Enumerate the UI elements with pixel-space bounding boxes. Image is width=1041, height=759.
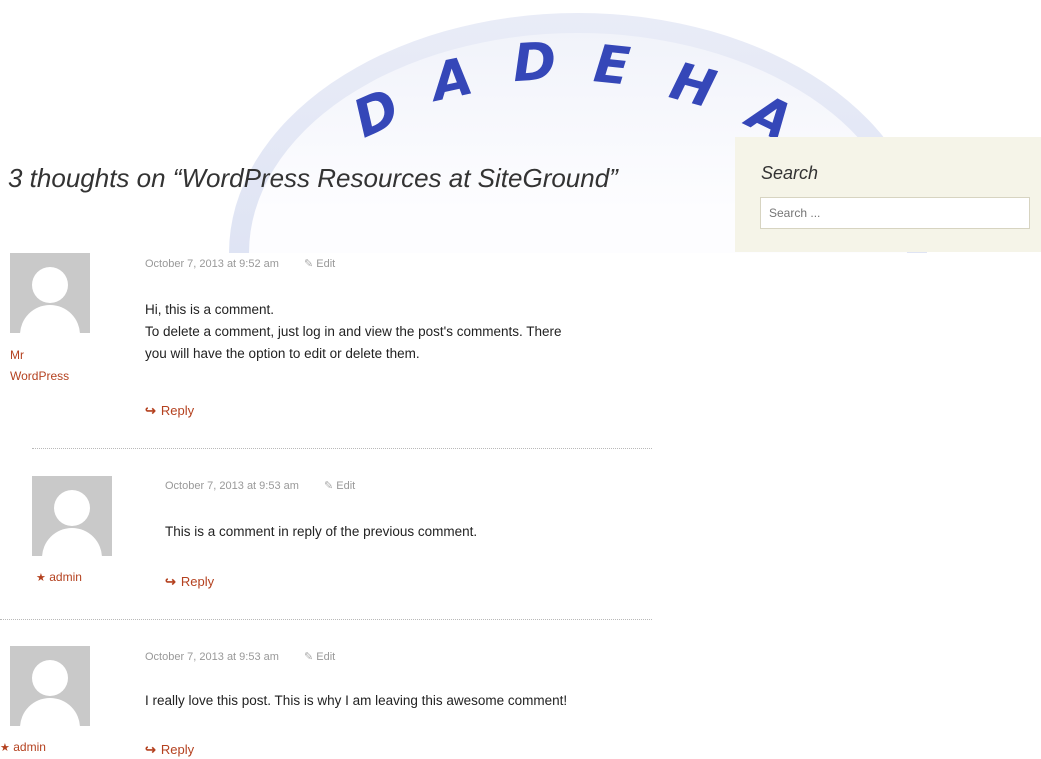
search-input[interactable] bbox=[760, 197, 1030, 229]
reply-label: Reply bbox=[160, 742, 195, 757]
reply-arrow-icon: ↪ bbox=[145, 742, 156, 757]
avatar-head bbox=[32, 267, 68, 303]
comment-divider bbox=[0, 619, 652, 620]
reply-link[interactable]: ↪ Reply bbox=[165, 574, 214, 590]
avatar-body bbox=[20, 305, 80, 333]
edit-link[interactable]: ✎ Edit bbox=[324, 480, 355, 492]
author-name-line2: WordPress bbox=[10, 369, 70, 383]
edit-link[interactable]: ✎ Edit bbox=[304, 651, 335, 663]
reply-arrow-icon: ↪ bbox=[165, 574, 176, 589]
comment-author[interactable]: ★ admin bbox=[0, 737, 46, 759]
edit-label: Edit bbox=[316, 258, 336, 270]
reply-arrow-icon: ↪ bbox=[145, 403, 156, 418]
comment-date[interactable]: October 7, 2013 at 9:53 am bbox=[165, 480, 299, 492]
comment-text: I really love this post. This is why I a… bbox=[145, 690, 665, 712]
comment-meta: October 7, 2013 at 9:52 am ✎ Edit bbox=[145, 257, 335, 270]
pencil-icon: ✎ bbox=[303, 258, 314, 270]
comment-divider bbox=[32, 448, 652, 449]
avatar-body bbox=[20, 698, 80, 726]
comment-date[interactable]: October 7, 2013 at 9:52 am bbox=[145, 258, 279, 270]
avatar bbox=[10, 646, 90, 726]
star-icon: ★ bbox=[36, 572, 46, 584]
comment-line: I really love this post. This is why I a… bbox=[145, 693, 568, 708]
pencil-icon: ✎ bbox=[303, 651, 314, 663]
watermark-letter: D bbox=[511, 31, 558, 95]
edit-link[interactable]: ✎ Edit bbox=[304, 258, 335, 270]
watermark-letter: E bbox=[590, 34, 633, 98]
pencil-icon: ✎ bbox=[323, 480, 334, 492]
sidebar-search-widget: Search bbox=[735, 137, 1041, 252]
comment-author[interactable]: Mr WordPress bbox=[10, 345, 69, 387]
reply-link[interactable]: ↪ Reply bbox=[145, 403, 194, 419]
author-name: admin bbox=[13, 740, 46, 754]
edit-label: Edit bbox=[336, 480, 356, 492]
comment-text: This is a comment in reply of the previo… bbox=[165, 521, 655, 543]
edit-label: Edit bbox=[316, 651, 336, 663]
comment-meta: October 7, 2013 at 9:53 am ✎ Edit bbox=[165, 479, 355, 492]
avatar bbox=[10, 253, 90, 333]
comment-meta: October 7, 2013 at 9:53 am ✎ Edit bbox=[145, 650, 335, 663]
sidebar-title: Search bbox=[761, 163, 819, 183]
comment-line: you will have the option to edit or dele… bbox=[145, 346, 420, 361]
star-icon: ★ bbox=[0, 742, 10, 754]
comment-author[interactable]: ★ admin bbox=[36, 567, 82, 589]
comment-text: Hi, this is a comment. To delete a comme… bbox=[145, 299, 665, 365]
avatar-head bbox=[54, 490, 90, 526]
comments-title: 3 thoughts on “WordPress Resources at Si… bbox=[8, 163, 618, 193]
comment-date[interactable]: October 7, 2013 at 9:53 am bbox=[145, 651, 279, 663]
avatar bbox=[32, 476, 112, 556]
reply-label: Reply bbox=[160, 403, 195, 418]
avatar-body bbox=[42, 528, 102, 556]
author-name: admin bbox=[49, 570, 82, 584]
reply-label: Reply bbox=[180, 574, 215, 589]
comment-line: To delete a comment, just log in and vie… bbox=[145, 324, 562, 339]
reply-link[interactable]: ↪ Reply bbox=[145, 742, 194, 758]
comment-line: Hi, this is a comment. bbox=[145, 302, 275, 317]
comment-line: This is a comment in reply of the previo… bbox=[165, 524, 478, 539]
author-name-line1: Mr bbox=[10, 348, 24, 362]
avatar-head bbox=[32, 660, 68, 696]
